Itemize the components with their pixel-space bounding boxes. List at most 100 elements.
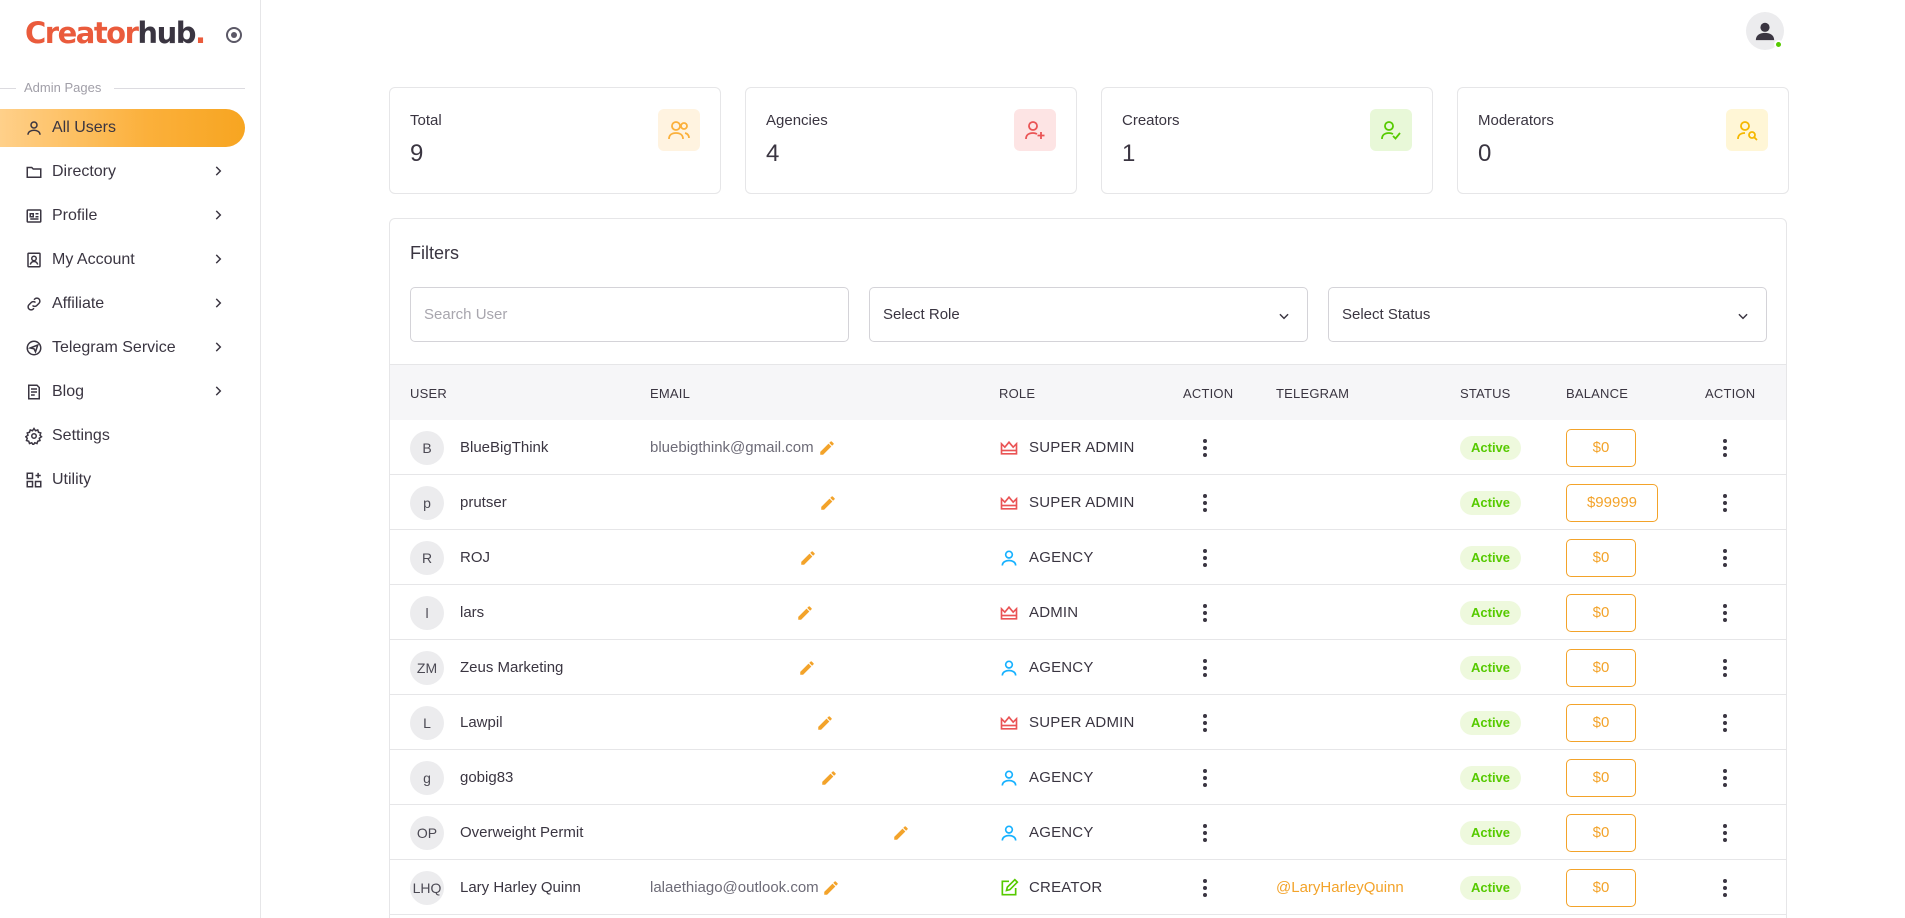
balance-button[interactable]: $0 <box>1566 428 1636 467</box>
column-header-role[interactable]: ROLE <box>999 386 1035 401</box>
select-role-dropdown[interactable]: Select Role <box>869 287 1308 342</box>
brand-logo[interactable]: Creatorhub. <box>25 16 206 50</box>
balance-button[interactable]: $99999 <box>1566 483 1658 522</box>
search-user-field[interactable] <box>410 287 849 342</box>
user-name[interactable]: Zeus Marketing <box>460 659 563 676</box>
user-cell: B BlueBigThink <box>410 420 548 475</box>
search-input[interactable] <box>424 306 848 323</box>
row-action-menu-2[interactable] <box>1715 805 1735 860</box>
table-row: p prutser SUPER ADMIN Active $99999 <box>390 475 1786 530</box>
row-action-menu-2[interactable] <box>1715 695 1735 750</box>
edit-email-button[interactable] <box>892 805 910 860</box>
user-name[interactable]: lars <box>460 604 484 621</box>
status-cell: Active <box>1460 530 1522 585</box>
row-action-menu[interactable] <box>1195 585 1215 640</box>
user-name[interactable]: Lary Harley Quinn <box>460 879 581 896</box>
edit-email-button[interactable] <box>816 695 834 750</box>
crown-icon <box>999 603 1019 623</box>
row-action-menu-2[interactable] <box>1715 750 1735 805</box>
user-name[interactable]: gobig83 <box>460 769 513 786</box>
column-header-action-2: ACTION <box>1705 386 1756 401</box>
pencil-icon <box>798 659 816 677</box>
status-cell: Active <box>1460 585 1522 640</box>
row-action-menu[interactable] <box>1195 420 1215 475</box>
stat-value: 1 <box>1122 140 1136 167</box>
balance-button[interactable]: $0 <box>1566 758 1636 797</box>
row-action-menu-2[interactable] <box>1715 475 1735 530</box>
avatar: g <box>410 760 444 795</box>
row-action-menu[interactable] <box>1195 860 1215 915</box>
balance-button[interactable]: $0 <box>1566 538 1636 577</box>
stat-card-agencies: Agencies 4 <box>745 87 1077 194</box>
balance-button[interactable]: $0 <box>1566 813 1636 852</box>
row-action-menu-2[interactable] <box>1715 860 1735 915</box>
balance-button[interactable]: $0 <box>1566 703 1636 742</box>
sidebar-item-blog[interactable]: Blog <box>0 373 245 411</box>
more-vertical-icon <box>1715 874 1735 902</box>
sidebar-item-telegram-service[interactable]: Telegram Service <box>0 329 245 367</box>
status-cell: Active <box>1460 860 1522 915</box>
more-vertical-icon <box>1195 489 1215 517</box>
row-action-menu-2[interactable] <box>1715 530 1735 585</box>
balance-cell: $0 <box>1566 805 1636 860</box>
edit-email-button[interactable] <box>798 640 816 695</box>
sidebar-item-directory[interactable]: Directory <box>0 153 245 191</box>
user-name[interactable]: BlueBigThink <box>460 439 548 456</box>
sidebar-section-label: Admin Pages <box>0 80 245 96</box>
edit-email-button[interactable] <box>819 475 837 530</box>
user-name[interactable]: Lawpil <box>460 714 503 731</box>
pencil-icon <box>818 439 836 457</box>
sidebar-item-settings[interactable]: Settings <box>0 417 245 455</box>
sidebar-item-my-account[interactable]: My Account <box>0 241 245 279</box>
edit-email-button[interactable] <box>822 860 840 915</box>
column-header-email[interactable]: EMAIL <box>650 386 690 401</box>
status-cell: Active <box>1460 420 1522 475</box>
telegram-icon <box>24 338 44 358</box>
row-action-menu[interactable] <box>1195 640 1215 695</box>
balance-cell: $0 <box>1566 420 1636 475</box>
column-header-telegram[interactable]: TELEGRAM <box>1276 386 1349 401</box>
sidebar-item-profile[interactable]: Profile <box>0 197 245 235</box>
balance-button[interactable]: $0 <box>1566 648 1636 687</box>
row-action-menu-2[interactable] <box>1715 585 1735 640</box>
edit-email-button[interactable] <box>796 585 814 640</box>
user-avatar-menu[interactable] <box>1746 12 1784 50</box>
telegram-link[interactable]: @LaryHarleyQuinn <box>1276 879 1404 896</box>
column-header-balance[interactable]: BALANCE <box>1566 386 1628 401</box>
sidebar-item-affiliate[interactable]: Affiliate <box>0 285 245 323</box>
row-action-menu[interactable] <box>1195 530 1215 585</box>
row-action-menu[interactable] <box>1195 695 1215 750</box>
sidebar-collapse-toggle[interactable] <box>226 27 242 43</box>
sidebar-item-all-users[interactable]: All Users <box>0 109 245 147</box>
more-vertical-icon <box>1195 819 1215 847</box>
table-row: OP Overweight Permit AGENCY Active $0 <box>390 805 1786 860</box>
balance-button[interactable]: $0 <box>1566 593 1636 632</box>
sidebar-item-label: My Account <box>52 251 135 268</box>
table-row: g gobig83 AGENCY Active $0 <box>390 750 1786 805</box>
row-action-menu[interactable] <box>1195 805 1215 860</box>
user-name[interactable]: Overweight Permit <box>460 824 583 841</box>
balance-button[interactable]: $0 <box>1566 868 1636 907</box>
role-label: AGENCY <box>1029 824 1094 841</box>
column-header-status[interactable]: STATUS <box>1460 386 1511 401</box>
more-vertical-icon <box>1195 654 1215 682</box>
role-label: SUPER ADMIN <box>1029 494 1135 511</box>
more-vertical-icon <box>1195 709 1215 737</box>
stat-card-creators: Creators 1 <box>1101 87 1433 194</box>
status-badge: Active <box>1460 710 1522 735</box>
row-action-menu[interactable] <box>1195 750 1215 805</box>
edit-email-button[interactable] <box>799 530 817 585</box>
row-action-menu[interactable] <box>1195 475 1215 530</box>
user-name[interactable]: ROJ <box>460 549 490 566</box>
table-row: l lars ADMIN Active $0 <box>390 585 1786 640</box>
users-icon <box>658 109 700 151</box>
column-header-user[interactable]: USER <box>410 386 447 401</box>
edit-email-button[interactable] <box>820 750 838 805</box>
user-name[interactable]: prutser <box>460 494 507 511</box>
edit-email-button[interactable] <box>818 420 836 475</box>
sidebar-item-utility[interactable]: Utility <box>0 461 245 499</box>
row-action-menu-2[interactable] <box>1715 420 1735 475</box>
row-action-menu-2[interactable] <box>1715 640 1735 695</box>
select-status-dropdown[interactable]: Select Status <box>1328 287 1767 342</box>
online-status-dot <box>1774 40 1783 49</box>
